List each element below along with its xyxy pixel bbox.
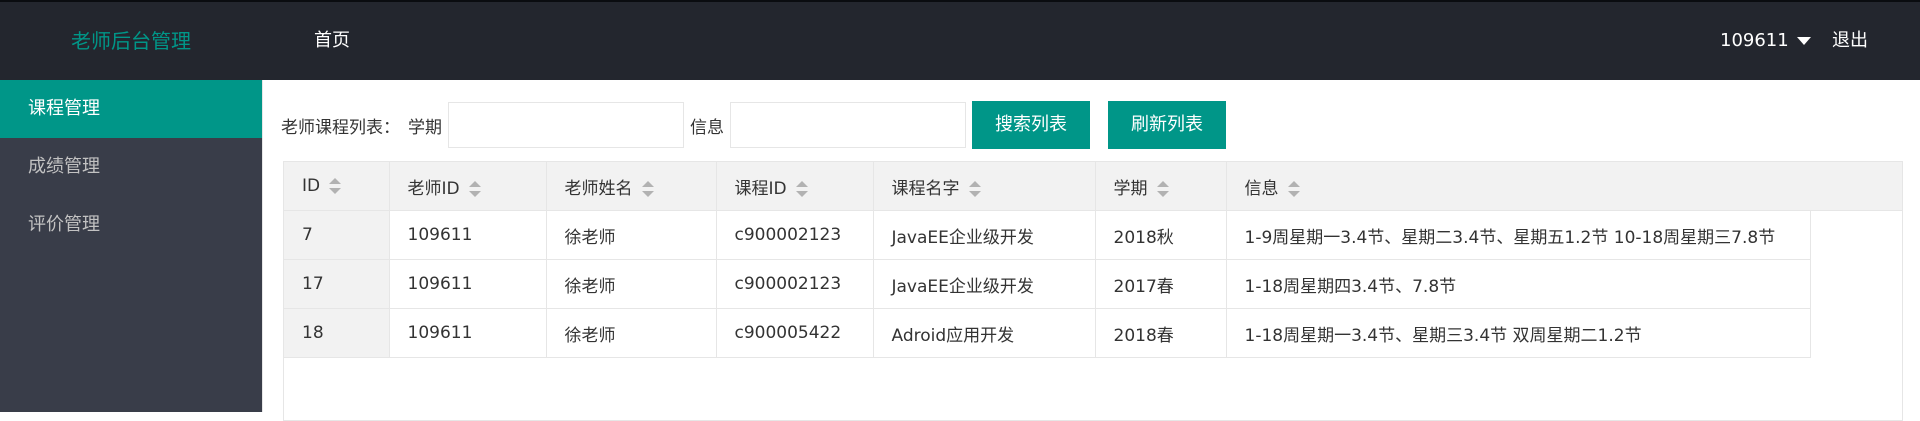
cell-teacher-id: 109611 (389, 210, 547, 260)
course-table-grid: ID 老师ID 老师姓名 课程ID 课程名字 学期 信息 7 109611 徐老… (284, 162, 1811, 358)
logout-link[interactable]: 退出 (1832, 2, 1868, 80)
cell-teacher-id: 109611 (389, 259, 547, 309)
cell-teacher-name: 徐老师 (546, 210, 717, 260)
cell-course-id: c900002123 (716, 210, 874, 260)
column-header-info[interactable]: 信息 (1226, 162, 1811, 211)
course-table: ID 老师ID 老师姓名 课程ID 课程名字 学期 信息 7 109611 徐老… (283, 161, 1903, 421)
list-title: 老师课程列表： (281, 117, 400, 138)
table-header-filler (1810, 162, 1902, 211)
cell-term: 2018秋 (1095, 210, 1227, 260)
cell-course-id: c900005422 (716, 308, 874, 358)
top-header: 老师后台管理 首页 109611 退出 (0, 0, 1920, 80)
info-label: 信息 (690, 117, 724, 138)
cell-teacher-name: 徐老师 (546, 308, 717, 358)
sort-icon[interactable] (968, 180, 982, 197)
cell-id: 18 (284, 308, 390, 358)
sidebar-item-grade-management[interactable]: 成绩管理 (0, 138, 262, 196)
table-row[interactable]: 17 109611 徐老师 c900002123 JavaEE企业级开发 201… (284, 259, 1811, 309)
sort-icon[interactable] (468, 180, 482, 197)
cell-term: 2018春 (1095, 308, 1227, 358)
sort-icon[interactable] (1287, 180, 1301, 197)
table-header-row: ID 老师ID 老师姓名 课程ID 课程名字 学期 信息 (284, 162, 1811, 211)
cell-id: 7 (284, 210, 390, 260)
app-logo[interactable]: 老师后台管理 (0, 2, 262, 80)
cell-term: 2017春 (1095, 259, 1227, 309)
column-header-teacher-id[interactable]: 老师ID (389, 162, 547, 211)
nav-home-link[interactable]: 首页 (314, 2, 350, 80)
column-header-id[interactable]: ID (284, 162, 390, 211)
cell-teacher-id: 109611 (389, 308, 547, 358)
user-name: 109611 (1720, 30, 1789, 51)
sort-icon[interactable] (328, 178, 342, 194)
column-header-course-name[interactable]: 课程名字 (873, 162, 1096, 211)
table-row[interactable]: 18 109611 徐老师 c900005422 Adroid应用开发 2018… (284, 308, 1811, 358)
column-header-term[interactable]: 学期 (1095, 162, 1227, 211)
search-bar: 老师课程列表： 学期 信息 搜索列表 刷新列表 (281, 100, 1226, 150)
chevron-down-icon (1796, 37, 1811, 45)
term-input[interactable] (448, 102, 684, 148)
column-header-teacher-name[interactable]: 老师姓名 (546, 162, 717, 211)
search-list-button[interactable]: 搜索列表 (972, 101, 1090, 149)
info-input[interactable] (730, 102, 966, 148)
sort-icon[interactable] (795, 180, 809, 197)
column-header-course-id[interactable]: 课程ID (716, 162, 874, 211)
main-content: 老师课程列表： 学期 信息 搜索列表 刷新列表 ID 老师ID 老师姓名 课程I… (262, 80, 1920, 421)
refresh-list-button[interactable]: 刷新列表 (1108, 101, 1226, 149)
cell-course-name: JavaEE企业级开发 (873, 259, 1096, 309)
sidebar: 课程管理 成绩管理 评价管理 (0, 80, 262, 412)
cell-info: 1-9周星期一3.4节、星期二3.4节、星期五1.2节 10-18周星期三7.8… (1226, 210, 1811, 260)
sidebar-item-course-management[interactable]: 课程管理 (0, 80, 262, 138)
cell-id: 17 (284, 259, 390, 309)
cell-teacher-name: 徐老师 (546, 259, 717, 309)
cell-info: 1-18周星期四3.4节、7.8节 (1226, 259, 1811, 309)
cell-course-id: c900002123 (716, 259, 874, 309)
cell-course-name: Adroid应用开发 (873, 308, 1096, 358)
sidebar-item-evaluation-management[interactable]: 评价管理 (0, 196, 262, 254)
sort-icon[interactable] (641, 180, 655, 197)
cell-course-name: JavaEE企业级开发 (873, 210, 1096, 260)
user-menu[interactable]: 109611 (1720, 2, 1811, 80)
term-label: 学期 (408, 117, 442, 138)
table-row[interactable]: 7 109611 徐老师 c900002123 JavaEE企业级开发 2018… (284, 210, 1811, 260)
sort-icon[interactable] (1156, 180, 1170, 197)
cell-info: 1-18周星期一3.4节、星期三3.4节 双周星期二1.2节 (1226, 308, 1811, 358)
